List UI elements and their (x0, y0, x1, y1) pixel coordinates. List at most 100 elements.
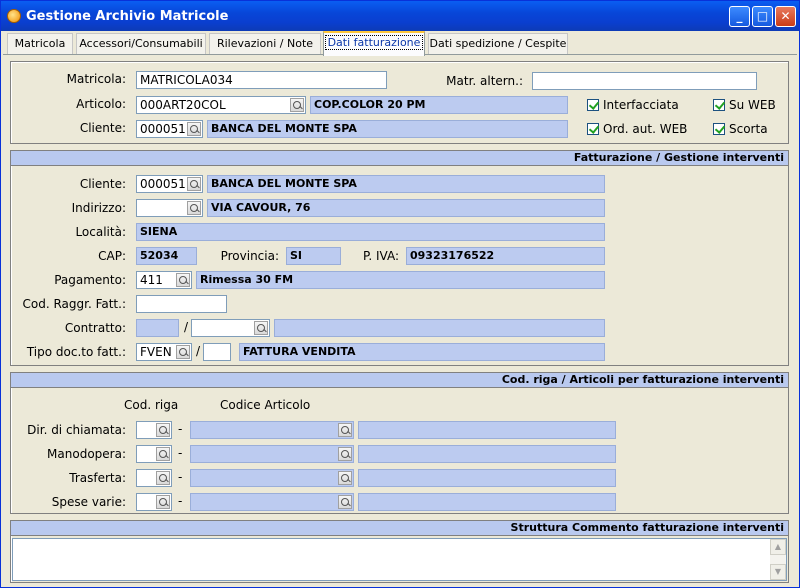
checkmark-icon (587, 123, 599, 135)
scroll-down-icon[interactable]: ▼ (770, 564, 786, 580)
maximize-button[interactable]: □ (752, 6, 773, 27)
contratto-description (274, 319, 605, 337)
cod-raggr-fatt-input[interactable] (136, 295, 227, 313)
pagamento-label: Pagamento: (54, 273, 126, 287)
commento-section-title: Struttura Commento fatturazione interven… (11, 521, 788, 536)
spese-varie-codriga-input[interactable] (136, 493, 172, 511)
search-icon[interactable] (156, 495, 170, 509)
search-icon[interactable] (156, 447, 170, 461)
fatt-cliente-label: Cliente: (79, 177, 126, 191)
cliente-description: BANCA DEL MONTE SPA (207, 120, 568, 138)
contratto-lookup-input[interactable] (191, 319, 270, 337)
ord-aut-web-checkbox[interactable]: Ord. aut. WEB (587, 122, 687, 136)
search-icon[interactable] (187, 122, 201, 136)
checkmark-icon (587, 99, 599, 111)
cod-riga-section-title: Cod. riga / Articoli per fatturazione in… (11, 373, 788, 388)
spese-varie-description (358, 493, 616, 511)
trasferta-description (358, 469, 616, 487)
pagamento-code-input[interactable]: 411 (136, 271, 192, 289)
contratto-label: Contratto: (64, 321, 126, 335)
dir-chiamata-codriga-input[interactable] (136, 421, 172, 439)
tab-dati-spedizione-cespite[interactable]: Dati spedizione / Cespite (428, 33, 568, 54)
dir-chiamata-articolo-input[interactable] (190, 421, 354, 439)
tab-matricola[interactable]: Matricola (7, 33, 73, 54)
main-window: Gestione Archivio Matricole _ □ ✕ Matric… (0, 0, 800, 588)
search-icon[interactable] (187, 201, 201, 215)
app-icon (7, 9, 21, 23)
provincia-label: Provincia: (220, 249, 279, 263)
matricola-input[interactable]: MATRICOLA034 (136, 71, 387, 89)
trasferta-articolo-input[interactable] (190, 469, 354, 487)
localita-value: SIENA (136, 223, 605, 241)
tipo-doc-separator: / (196, 344, 201, 358)
search-icon[interactable] (187, 177, 201, 191)
localita-label: Località: (75, 225, 126, 239)
trasferta-label: Trasferta: (69, 471, 126, 485)
search-icon[interactable] (176, 273, 190, 287)
manodopera-label: Manodopera: (47, 447, 126, 461)
matricola-header-section: Matricola: MATRICOLA034 Matr. altern.: A… (10, 61, 789, 144)
scorta-checkbox[interactable]: Scorta (713, 122, 768, 136)
matr-altern-input[interactable] (532, 72, 757, 90)
close-button[interactable]: ✕ (775, 6, 796, 27)
tab-accessori-consumabili[interactable]: Accessori/Consumabili (76, 33, 206, 54)
contratto-separator: / (184, 320, 189, 334)
tipo-doc-fatt-label: Tipo doc.to fatt.: (26, 345, 126, 359)
search-icon[interactable] (176, 345, 190, 359)
commento-textarea[interactable]: ▲ ▼ (12, 538, 787, 581)
indirizzo-label: Indirizzo: (71, 201, 126, 215)
row-dash: - (178, 470, 183, 484)
interfacciata-checkbox[interactable]: Interfacciata (587, 98, 679, 112)
codice-articolo-column-header: Codice Articolo (220, 398, 311, 412)
fatturazione-section-title: Fatturazione / Gestione interventi (11, 151, 788, 166)
provincia-value: SI (286, 247, 341, 265)
checkmark-icon (713, 123, 725, 135)
manodopera-articolo-input[interactable] (190, 445, 354, 463)
cap-label: CAP: (98, 249, 126, 263)
spese-varie-articolo-input[interactable] (190, 493, 354, 511)
tipo-doc-suffix-input[interactable] (203, 343, 231, 361)
search-icon[interactable] (338, 447, 352, 461)
piva-value: 09323176522 (406, 247, 605, 265)
trasferta-codriga-input[interactable] (136, 469, 172, 487)
row-dash: - (178, 494, 183, 508)
indirizzo-code-input[interactable] (136, 199, 203, 217)
cliente-code-input[interactable]: 000051 (136, 120, 203, 138)
fatt-cliente-code-input[interactable]: 000051 (136, 175, 203, 193)
minimize-button[interactable]: _ (729, 6, 750, 27)
commento-scrollbar[interactable]: ▲ ▼ (770, 539, 786, 580)
row-dash: - (178, 446, 183, 460)
pagamento-description: Rimessa 30 FM (196, 271, 605, 289)
articolo-label: Articolo: (76, 97, 126, 111)
cliente-label: Cliente: (79, 121, 126, 135)
tab-rilevazioni-note[interactable]: Rilevazioni / Note (209, 33, 321, 54)
manodopera-codriga-input[interactable] (136, 445, 172, 463)
checkmark-icon (713, 99, 725, 111)
fatturazione-section: Fatturazione / Gestione interventi Clien… (10, 150, 789, 366)
tipo-doc-code-input[interactable]: FVEN (136, 343, 192, 361)
search-icon[interactable] (338, 495, 352, 509)
matr-altern-label: Matr. altern.: (446, 74, 523, 88)
row-dash: - (178, 422, 183, 436)
dir-chiamata-label: Dir. di chiamata: (27, 423, 126, 437)
search-icon[interactable] (254, 321, 268, 335)
search-icon[interactable] (338, 471, 352, 485)
search-icon[interactable] (156, 471, 170, 485)
su-web-checkbox[interactable]: Su WEB (713, 98, 776, 112)
articolo-code-input[interactable]: 000ART20COL (136, 96, 306, 114)
fatt-cliente-description: BANCA DEL MONTE SPA (207, 175, 605, 193)
search-icon[interactable] (338, 423, 352, 437)
cod-raggr-fatt-label: Cod. Raggr. Fatt.: (22, 297, 126, 311)
matricola-label: Matricola: (66, 72, 126, 86)
tipo-doc-description: FATTURA VENDITA (239, 343, 605, 361)
search-icon[interactable] (156, 423, 170, 437)
cod-riga-column-header: Cod. riga (124, 398, 179, 412)
cod-riga-section: Cod. riga / Articoli per fatturazione in… (10, 372, 789, 514)
contratto-code-value (136, 319, 179, 337)
maximize-icon: □ (756, 9, 769, 23)
scroll-up-icon[interactable]: ▲ (770, 539, 786, 555)
tab-dati-fatturazione[interactable]: Dati fatturazione (323, 31, 425, 56)
search-icon[interactable] (290, 98, 304, 112)
title-bar: Gestione Archivio Matricole _ □ ✕ (1, 1, 799, 31)
spese-varie-label: Spese varie: (51, 495, 126, 509)
